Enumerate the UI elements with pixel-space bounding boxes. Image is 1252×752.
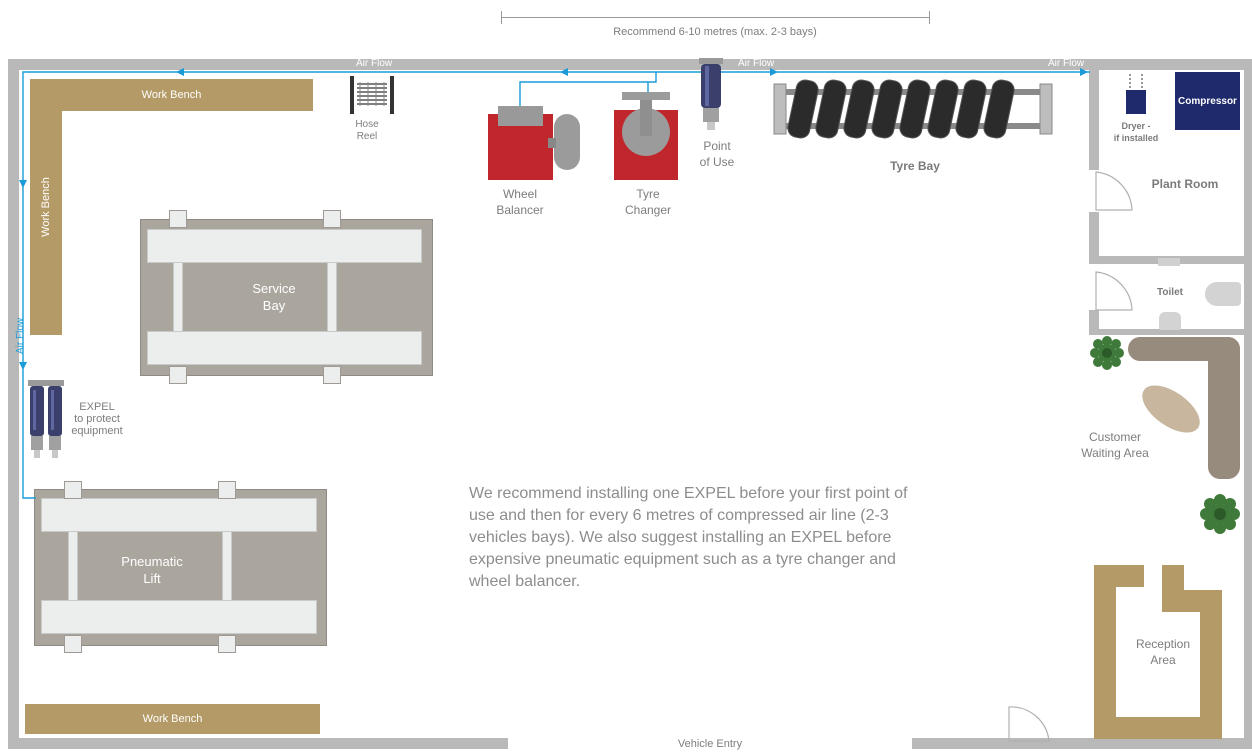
plant-icon [1090, 336, 1124, 370]
plant-room-label: Plant Room [1151, 177, 1219, 191]
expel-filter-icon [28, 380, 64, 458]
toilet-label: Toilet [1157, 287, 1183, 298]
reception-desk [1200, 590, 1222, 739]
wheel-balancer-label: Wheel Balancer [496, 187, 544, 217]
dryer-label: Dryer - if installed [1113, 121, 1159, 143]
hose-reel-icon [350, 76, 394, 114]
waiting-sofa [1208, 337, 1240, 479]
basin-icon [1159, 312, 1181, 330]
plant-icon [1200, 494, 1240, 534]
reception-desk [1094, 565, 1116, 739]
sink-icon [1158, 258, 1180, 266]
reception-label: Reception Area [1135, 637, 1191, 667]
hose-reel-label: Hose Reel [355, 119, 379, 142]
dryer-icon [1126, 74, 1146, 114]
expel-protect-label: EXPEL to protect equipment [71, 401, 123, 437]
airflow-label: Air Flow [15, 317, 26, 354]
compressor-label: Compressor [1178, 95, 1237, 107]
airflow-label: Air Flow [356, 58, 393, 69]
reception-desk [1162, 590, 1222, 612]
wheel-balancer-icon [488, 106, 580, 180]
reception-desk [1094, 565, 1144, 587]
reception-desk [1162, 565, 1184, 590]
point-of-use-label: Point of Use [699, 139, 735, 169]
tyre-changer-label: Tyre Changer [624, 187, 672, 217]
airflow-label: Air Flow [1048, 58, 1085, 69]
tyre-changer-icon [614, 92, 678, 180]
tyre-bay-label: Tyre Bay [890, 159, 940, 173]
airflow-label: Air Flow [738, 58, 775, 69]
expel-filter-icon [699, 58, 723, 130]
waiting-area-label: Customer Waiting Area [1081, 430, 1149, 460]
recommendation-text: We recommend installing one EXPEL before… [469, 485, 908, 590]
tyre-rack-icon [773, 79, 1053, 139]
compressor: Compressor [1175, 72, 1240, 130]
toilet-bowl-icon [1205, 282, 1241, 306]
